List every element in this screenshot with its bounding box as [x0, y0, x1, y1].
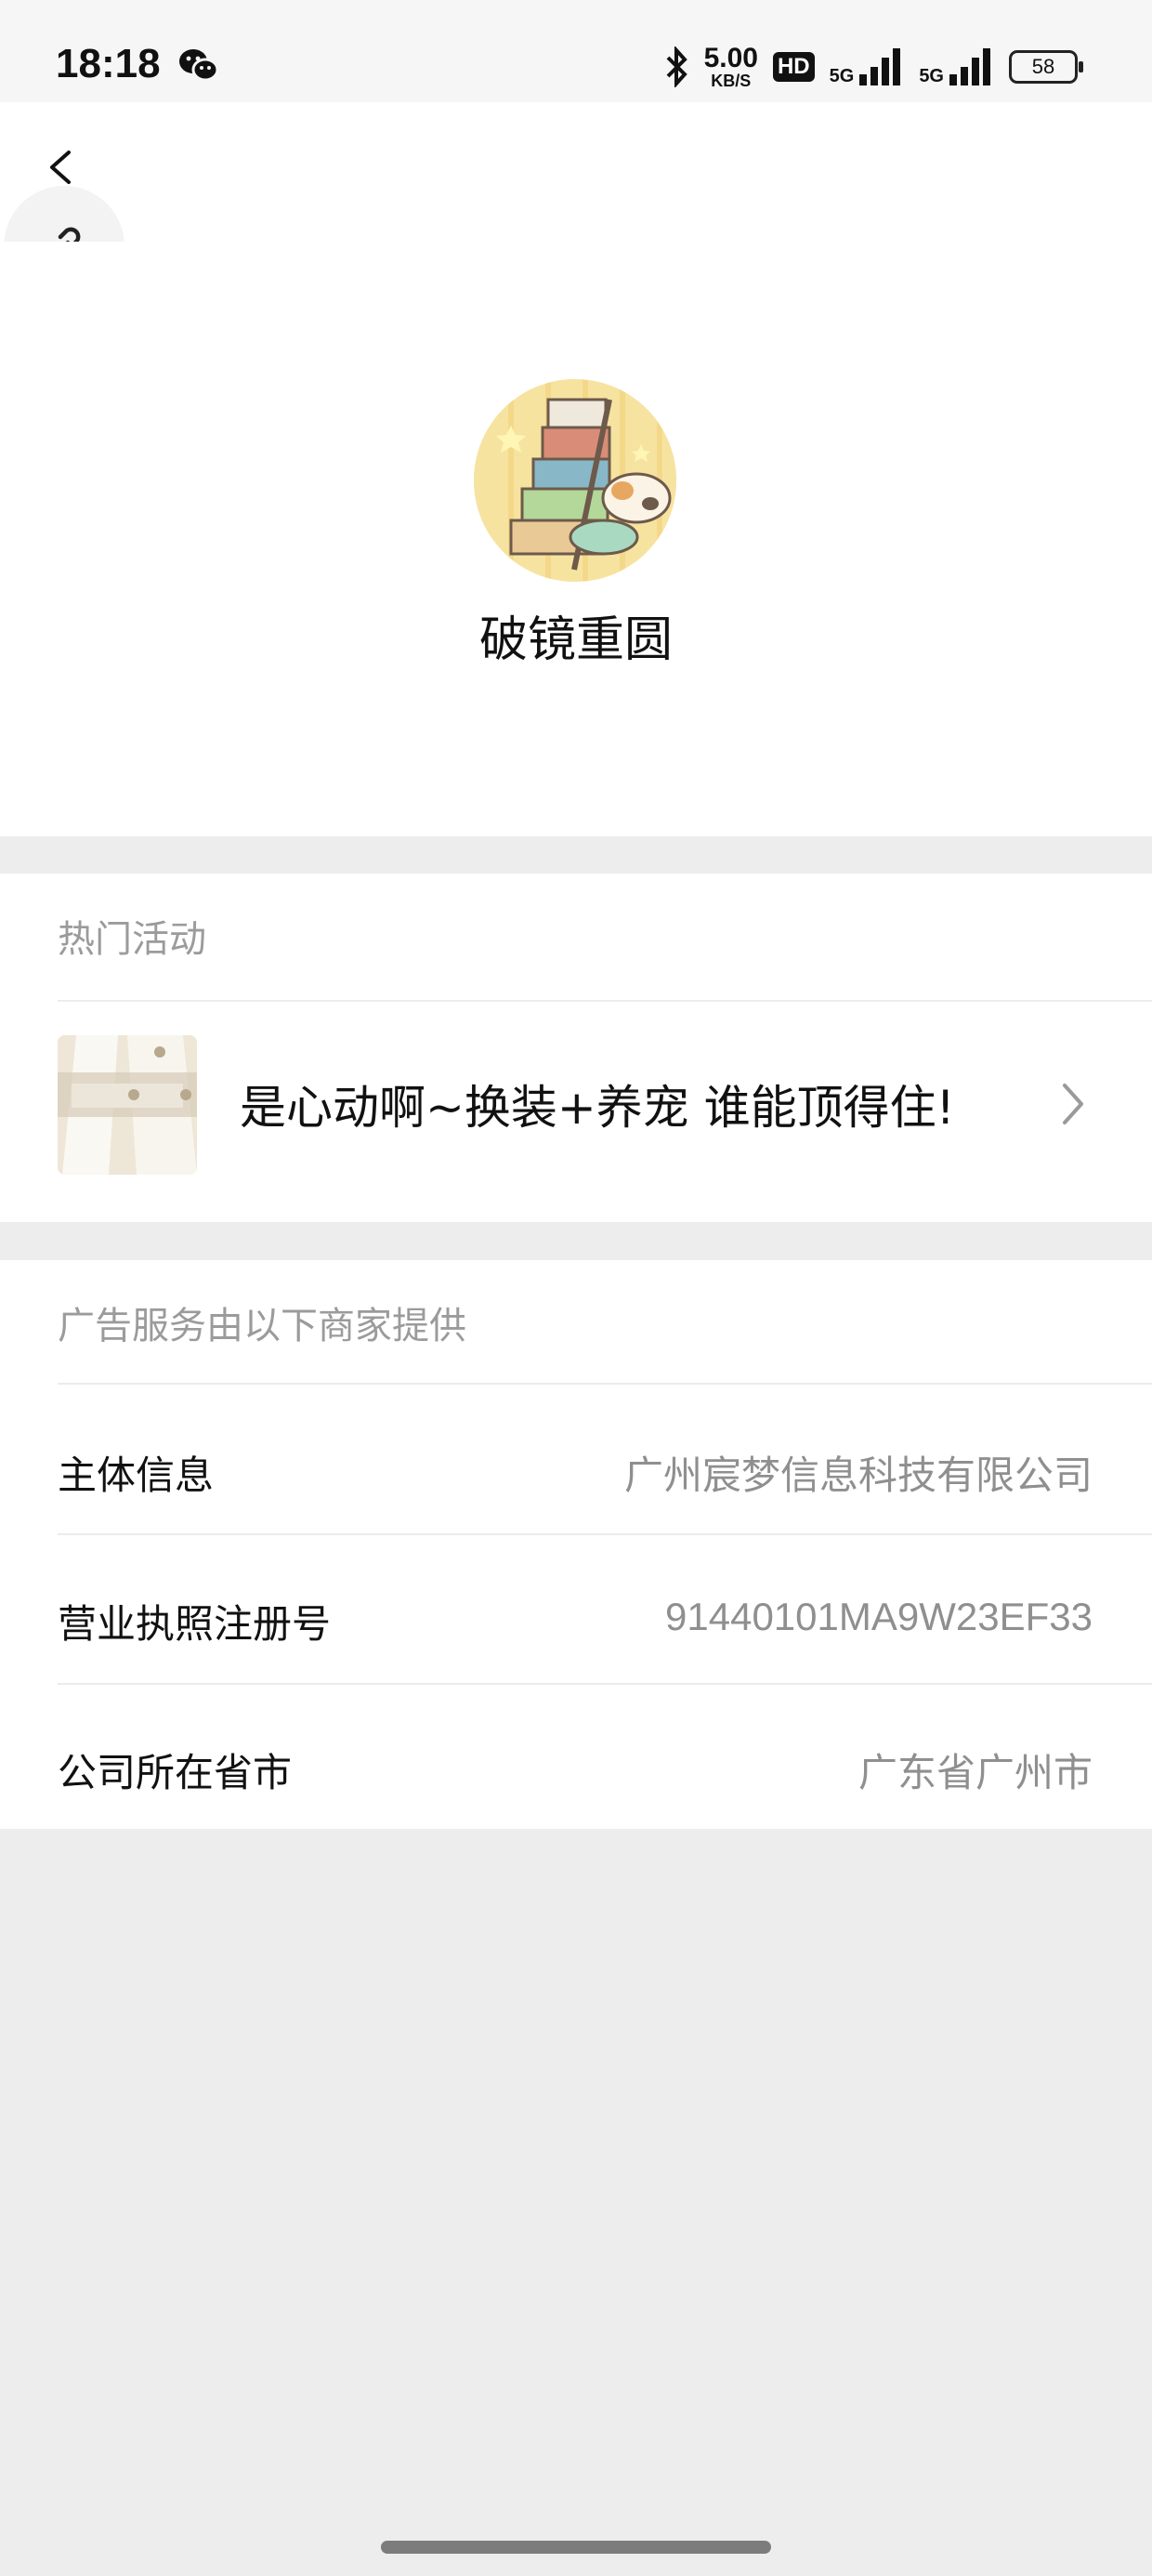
game-avatar-image [474, 379, 676, 582]
sim1-signal: 5G [830, 46, 905, 87]
ad-provider-title: 广告服务由以下商家提供 [58, 1305, 466, 1347]
activity-item[interactable]: 是心动啊~换装+养宠 谁能顶得住! [0, 1002, 1152, 1222]
avatar [474, 379, 676, 582]
row-label: 公司所在省市 [58, 1750, 293, 1795]
net-speed-value: 5.00 [703, 43, 758, 73]
home-indicator[interactable] [381, 2541, 771, 2554]
status-icons: 5.00 KB/S HD 5G 5G 58 [665, 41, 1083, 93]
divider [58, 1683, 1152, 1685]
row-value: 广州宸梦信息科技有限公司 [623, 1452, 1093, 1498]
sim2-signal: 5G [919, 46, 994, 87]
signal-icon [949, 48, 990, 85]
row-label: 营业执照注册号 [58, 1601, 332, 1647]
divider [58, 1383, 1152, 1385]
row-value: 广东省广州市 [857, 1750, 1093, 1795]
advertiser-profile: 破镜重圆 [0, 242, 1152, 836]
net-speed-unit: KB/S [711, 72, 752, 90]
battery-icon: 58 [1009, 50, 1083, 84]
hot-activity-title: 热门活动 [58, 918, 206, 961]
bluetooth-icon [666, 46, 687, 87]
advertiser-name: 破镜重圆 [478, 612, 673, 668]
top-nav-bar [0, 102, 1152, 307]
wechat-icon [179, 49, 219, 82]
sim2-network-label: 5G [919, 66, 944, 86]
sim1-network-label: 5G [829, 66, 855, 86]
status-time: 18:18 [56, 41, 161, 86]
hot-activity-section: 热门活动 是心动啊~换装+养宠 谁能顶得住! [0, 874, 1152, 1222]
signal-icon [859, 48, 901, 85]
row-label: 主体信息 [58, 1452, 215, 1498]
row-value: 91440101MA9W23EF33 [665, 1595, 1093, 1638]
ad-provider-section: 广告服务由以下商家提供 主体信息 广州宸梦信息科技有限公司 营业执照注册号 91… [0, 1260, 1152, 1829]
activity-thumbnail [58, 1035, 197, 1175]
net-speed: 5.00 KB/S [703, 43, 758, 90]
hd-badge: HD [772, 52, 815, 82]
divider [58, 1533, 1152, 1535]
chevron-right-icon [1063, 1084, 1083, 1124]
activity-title: 是心动啊~换装+养宠 谁能顶得住! [240, 1081, 955, 1135]
